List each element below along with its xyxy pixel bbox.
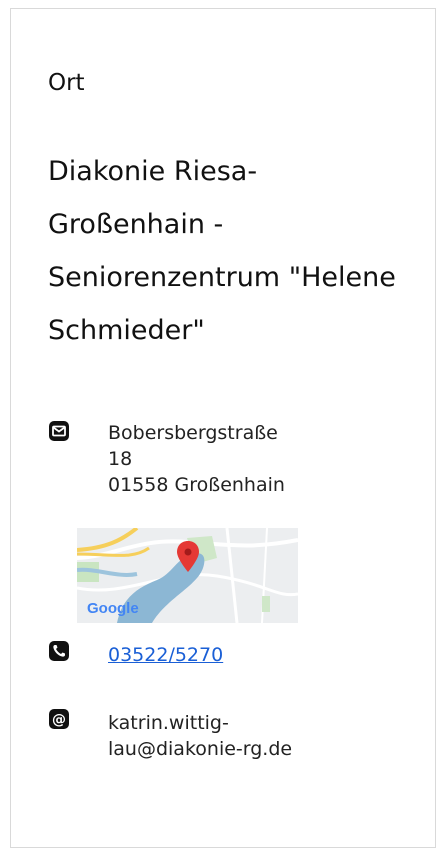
title-line: Großenhain - bbox=[48, 209, 224, 240]
address-number: 18 bbox=[108, 448, 133, 470]
address-street: Bobersbergstraße bbox=[108, 422, 278, 444]
phone-link[interactable]: 03522/5270 bbox=[108, 644, 223, 666]
section-label: Ort bbox=[48, 70, 85, 96]
email-line: lau@diakonie-rg.de bbox=[108, 738, 293, 760]
email-text[interactable]: katrin.wittig- lau@diakonie-rg.de bbox=[108, 710, 292, 762]
title-line: Seniorenzentrum "Helene bbox=[48, 262, 396, 293]
map-thumbnail[interactable]: Google bbox=[77, 528, 298, 623]
svg-text:@: @ bbox=[52, 712, 66, 728]
at-icon: @ bbox=[48, 708, 70, 730]
email-line: katrin.wittig- bbox=[108, 712, 229, 734]
title-line: Schmieder" bbox=[48, 315, 205, 346]
envelope-icon bbox=[48, 420, 70, 442]
phone-icon bbox=[48, 640, 70, 662]
phone-text: 03522/5270 bbox=[108, 642, 223, 668]
address-text: Bobersbergstraße 18 01558 Großenhain bbox=[108, 420, 285, 498]
address-city: 01558 Großenhain bbox=[108, 474, 285, 496]
organization-title: Diakonie Riesa- Großenhain - Seniorenzen… bbox=[48, 145, 408, 357]
title-line: Diakonie Riesa- bbox=[48, 156, 258, 187]
google-logo: Google bbox=[87, 600, 139, 617]
